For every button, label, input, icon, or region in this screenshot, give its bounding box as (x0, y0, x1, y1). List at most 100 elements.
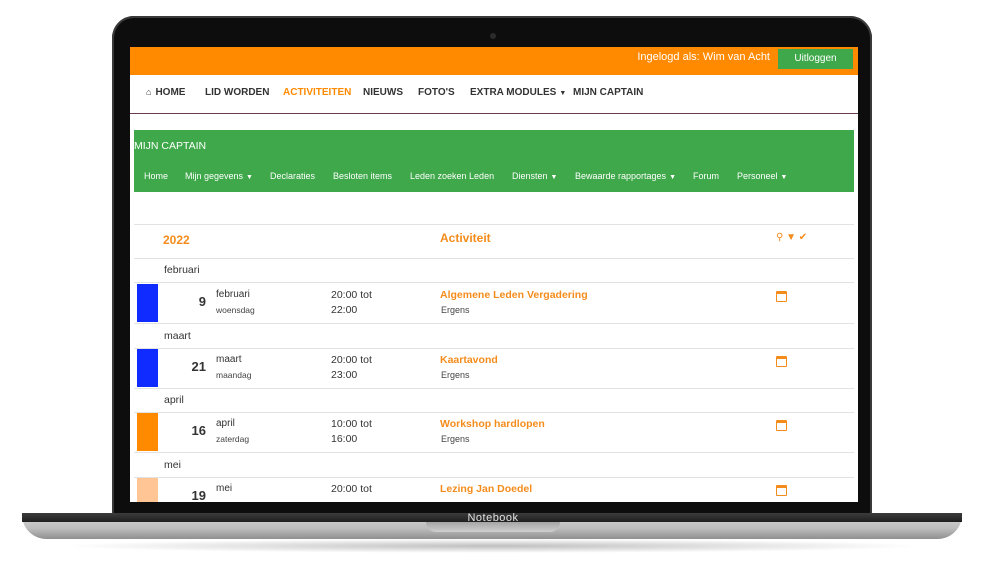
event-day: 19 (191, 488, 206, 502)
chevron-down-icon: ▼ (669, 174, 676, 181)
nav-nieuws[interactable]: NIEUWS (363, 87, 403, 98)
subnav-mijn-gegevens[interactable]: Mijn gegevens ▼ (185, 171, 253, 181)
calendar-icon[interactable] (776, 291, 787, 302)
calendar-icon[interactable] (776, 485, 787, 496)
table-row[interactable]: 9 februari woensdag 20:00 tot 22:00 Alge… (134, 283, 854, 324)
nav-mijn-captain[interactable]: MIJN CAPTAIN (573, 87, 643, 98)
table-header: 2022 Activiteit ⚲ ▼ ✔ (134, 224, 854, 259)
nav-extra-modules[interactable]: EXTRA MODULES ▼ (470, 87, 566, 98)
event-location: Ergens (441, 305, 470, 315)
subnav-diensten[interactable]: Diensten ▼ (512, 171, 557, 181)
home-icon: ⌂ (146, 87, 152, 97)
event-weekday: woensdag (216, 305, 255, 315)
check-circle-icon[interactable]: ✔ (799, 232, 807, 243)
subnav-declaraties-label: Declaraties (270, 171, 316, 181)
event-color-bar (137, 478, 158, 502)
subnav-diensten-label: Diensten (512, 171, 548, 181)
calendar-icon[interactable] (776, 356, 787, 367)
table-row[interactable]: 16 april zaterdag 10:00 tot 16:00 Worksh… (134, 412, 854, 453)
event-start: 10:00 tot (331, 418, 372, 430)
subnav-personeel-label: Personeel (737, 171, 778, 181)
event-title[interactable]: Lezing Jan Doedel (440, 483, 532, 495)
camera (490, 33, 496, 39)
event-color-bar (137, 349, 158, 387)
month-label: mei (164, 459, 181, 471)
subnav-leden-zoeken[interactable]: Leden zoeken Leden (410, 171, 494, 181)
event-end: 23:00 (331, 369, 358, 381)
month-row: april (134, 388, 854, 413)
nav-lid-worden-label: LID WORDEN (205, 87, 270, 98)
event-month: februari (216, 289, 250, 300)
event-day: 9 (198, 294, 206, 309)
subnav-bewaarde-rapportages[interactable]: Bewaarde rapportages ▼ (575, 171, 676, 181)
screen: Ingelogd als: Wim van Acht Uitloggen ⌂ HO… (130, 47, 858, 502)
event-month: april (216, 418, 235, 429)
month-row: februari (134, 258, 854, 283)
subnav-forum-label: Forum (693, 171, 720, 181)
chevron-down-icon: ▼ (559, 90, 567, 97)
event-day: 16 (191, 423, 206, 438)
table-row[interactable]: 21 maart maandag 20:00 tot 23:00 Kaartav… (134, 348, 854, 389)
subnav-leden-zoeken-label: Leden zoeken Leden (410, 171, 495, 181)
filter-icon[interactable]: ▼ (786, 232, 796, 243)
nav-mijn-captain-label: MIJN CAPTAIN (573, 87, 644, 98)
nav-activiteiten-label: ACTIVITEITEN (283, 87, 352, 98)
event-month: maart (216, 354, 242, 365)
logout-button[interactable]: Uitloggen (778, 49, 853, 69)
top-bar: Ingelogd als: Wim van Acht Uitloggen (130, 47, 858, 75)
year-label: 2022 (163, 233, 190, 247)
subnav-home-label: Home (144, 171, 169, 181)
event-weekday: maandag (216, 370, 252, 380)
laptop-shadow (60, 539, 926, 553)
event-title[interactable]: Algemene Leden Vergadering (440, 289, 588, 301)
login-status: Ingelogd als: Wim van Acht (637, 51, 770, 63)
section-bar: MIJN CAPTAIN Home Mijn gegevens ▼ Declara… (134, 130, 854, 192)
nav-home[interactable]: ⌂ HOME (146, 87, 185, 98)
month-row: maart (134, 324, 854, 349)
calendar-icon[interactable] (776, 420, 787, 431)
nav-home-label: HOME (155, 87, 186, 98)
chevron-down-icon: ▼ (550, 174, 558, 181)
month-label: april (164, 394, 184, 406)
month-row: mei (134, 453, 854, 478)
search-icon[interactable]: ⚲ (776, 232, 783, 243)
event-day: 21 (191, 359, 206, 374)
table-row[interactable]: 19 mei 20:00 tot Lezing Jan Doedel (134, 477, 854, 502)
subnav-mijn-gegevens-label: Mijn gegevens (185, 171, 244, 181)
main-nav: ⌂ HOME LID WORDEN ACTIVITEITEN NIEUWS FOT… (130, 77, 858, 114)
laptop-brand: Notebook (467, 512, 519, 524)
subnav-besloten-items-label: Besloten items (333, 171, 393, 181)
subnav-besloten-items[interactable]: Besloten items (333, 171, 392, 181)
event-color-bar (137, 413, 158, 451)
nav-activiteiten[interactable]: ACTIVITEITEN (283, 87, 351, 98)
event-location: Ergens (441, 370, 470, 380)
event-title[interactable]: Workshop hardlopen (440, 418, 545, 430)
month-label: februari (164, 264, 200, 276)
event-color-bar (137, 284, 158, 322)
activity-header: Activiteit (440, 231, 491, 245)
event-title[interactable]: Kaartavond (440, 354, 498, 366)
header-icons: ⚲ ▼ ✔ (776, 232, 807, 243)
event-location: Ergens (441, 434, 470, 444)
event-end: 22:00 (331, 304, 358, 316)
subnav-personeel[interactable]: Personeel ▼ (737, 171, 787, 181)
section-title: MIJN CAPTAIN (134, 140, 207, 152)
subnav-bewaarde-rapportages-label: Bewaarde rapportages (575, 171, 667, 181)
nav-extra-modules-label: EXTRA MODULES (470, 87, 557, 98)
nav-fotos[interactable]: FOTO'S (418, 87, 455, 98)
chevron-down-icon: ▼ (780, 174, 788, 181)
subnav-declaraties[interactable]: Declaraties (270, 171, 315, 181)
month-label: maart (164, 330, 191, 342)
event-end: 16:00 (331, 433, 358, 445)
event-start: 20:00 tot (331, 483, 372, 495)
subnav-home[interactable]: Home (144, 171, 168, 181)
nav-lid-worden[interactable]: LID WORDEN (205, 87, 269, 98)
chevron-down-icon: ▼ (246, 174, 253, 181)
nav-nieuws-label: NIEUWS (363, 87, 403, 98)
nav-fotos-label: FOTO'S (418, 87, 455, 98)
subnav-forum[interactable]: Forum (693, 171, 719, 181)
event-month: mei (216, 483, 233, 494)
event-start: 20:00 tot (331, 289, 372, 301)
event-start: 20:00 tot (331, 354, 372, 366)
event-weekday: zaterdag (216, 434, 250, 444)
